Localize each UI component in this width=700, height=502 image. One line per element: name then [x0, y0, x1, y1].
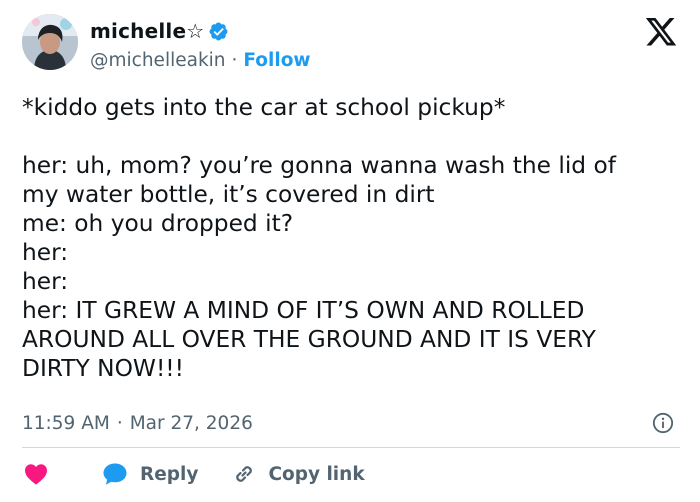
x-logo-icon[interactable] [644, 18, 678, 49]
tweet-text: *kiddo gets into the car at school picku… [22, 93, 682, 383]
tweet-line: her: [22, 239, 69, 266]
reply-button[interactable]: Reply [102, 462, 198, 486]
avatar-image [22, 14, 78, 70]
tweet-line: me: oh you dropped it? [22, 210, 294, 237]
tweet-line: her: uh, mom? you’re gonna wanna wash th… [22, 152, 616, 179]
tweet-line [22, 122, 682, 151]
tweet-line: *kiddo gets into the car at school picku… [22, 94, 506, 121]
copy-link-button[interactable]: Copy link [232, 462, 365, 486]
info-icon[interactable] [652, 412, 674, 434]
tweet-timestamp[interactable]: 11:59 AM · Mar 27, 2026 [22, 410, 253, 436]
action-bar: Reply Copy link [24, 460, 365, 488]
tweet-time: 11:59 AM [22, 412, 110, 434]
tweet-line: DIRTY NOW!!! [22, 355, 184, 382]
copy-link-label: Copy link [268, 463, 365, 485]
like-button[interactable] [24, 463, 48, 485]
author-handle-row: @michelleakin · Follow [90, 48, 311, 72]
author-name-row: michelle☆ [90, 18, 229, 44]
verified-badge-icon [209, 22, 228, 40]
author-handle[interactable]: @michelleakin [90, 50, 226, 71]
handle-separator: · [231, 49, 238, 71]
tweet-line: AROUND ALL OVER THE GROUND AND IT IS VER… [22, 326, 596, 353]
tweet-date: Mar 27, 2026 [129, 412, 253, 434]
reply-label: Reply [140, 463, 199, 485]
link-icon [236, 466, 253, 482]
timestamp-separator: · [116, 412, 123, 434]
author-display-name[interactable]: michelle☆ [90, 19, 204, 43]
reply-bubble-icon [103, 463, 127, 485]
tweet-line: her: IT GREW A MIND OF IT’S OWN AND ROLL… [22, 297, 585, 324]
avatar[interactable] [22, 14, 78, 70]
heart-icon [25, 464, 47, 485]
divider [22, 447, 680, 448]
follow-button[interactable]: Follow [243, 50, 310, 71]
tweet-line: her: [22, 268, 69, 295]
tweet-line: my water bottle, it’s covered in dirt [22, 181, 435, 208]
